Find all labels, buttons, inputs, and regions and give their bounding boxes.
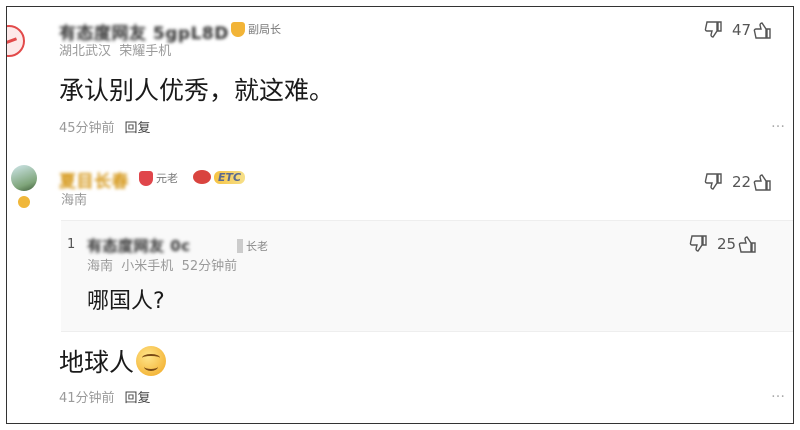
shield-icon [139,170,153,186]
device-text: 小米手机 [121,259,174,274]
rank-badge-label: 长老 [246,240,268,253]
comment-text: 地球人 [59,343,167,379]
comment-text: 承认别人优秀，就这难。 [59,76,335,105]
more-icon[interactable]: … [771,385,787,401]
quoted-comment[interactable]: 1 有态度网友 0c 长老 海南 小米手机 52分钟前 哪国人? 25 [61,220,793,332]
username-text: 有态度网友 0c [87,237,191,255]
timestamp: 41分钟前 [59,391,115,406]
rank-badge-label: 元老 [156,172,178,185]
rank-badge: 元老 [139,170,178,186]
rank-badge: 长老 [237,238,268,254]
smile-emoji-icon [136,346,167,376]
shield-icon [231,21,245,37]
badge-circle-icon [193,170,211,184]
etc-badge: ETC [193,170,246,184]
timestamp: 45分钟前 [59,121,115,136]
thumb-down-icon[interactable] [704,21,724,39]
thumb-up-icon[interactable] [753,173,773,191]
like-area: 22 [704,173,773,191]
comment-meta: 湖北武汉 荣耀手机 [59,40,171,59]
like-area: 25 [689,235,758,253]
comment-list: 有态度网友 5gpL8D 副局长 湖北武汉 荣耀手机 47 承认别人优秀，就这难… [6,6,794,424]
like-area: 47 [704,21,773,39]
thumb-down-icon[interactable] [689,235,709,253]
more-icon[interactable]: … [771,115,787,131]
quote-meta: 海南 小米手机 52分钟前 [87,255,237,274]
badge-divider [237,239,243,253]
rank-badge: 副局长 [231,21,281,37]
location-text: 海南 [61,193,88,208]
comment-text-body: 地球人 [59,348,135,377]
rank-badge-label: 副局长 [248,23,281,36]
etc-badge-label: ETC [214,170,246,184]
location-text: 湖北武汉 [59,44,112,59]
quote-index: 1 [67,237,76,252]
reply-button[interactable]: 回复 [125,117,151,136]
avatar[interactable] [7,25,25,57]
avatar-image [11,165,37,191]
like-count: 47 [732,21,752,39]
verified-icon [17,195,31,209]
avatar[interactable] [11,165,39,209]
timestamp: 52分钟前 [181,259,238,274]
quote-username[interactable]: 有态度网友 0c [87,235,191,256]
comment-footer: 45分钟前 回复 [59,117,151,136]
thumb-down-icon[interactable] [704,173,724,191]
comment-meta: 海南 [61,189,87,208]
device-text: 荣耀手机 [119,44,172,59]
reply-button[interactable]: 回复 [125,387,151,406]
location-text: 海南 [87,259,114,274]
quote-text: 哪国人? [87,289,165,314]
like-count: 25 [717,235,737,253]
thumb-up-icon[interactable] [738,235,758,253]
comment-footer: 41分钟前 回复 [59,387,151,406]
like-count: 22 [732,173,752,191]
thumb-up-icon[interactable] [753,21,773,39]
